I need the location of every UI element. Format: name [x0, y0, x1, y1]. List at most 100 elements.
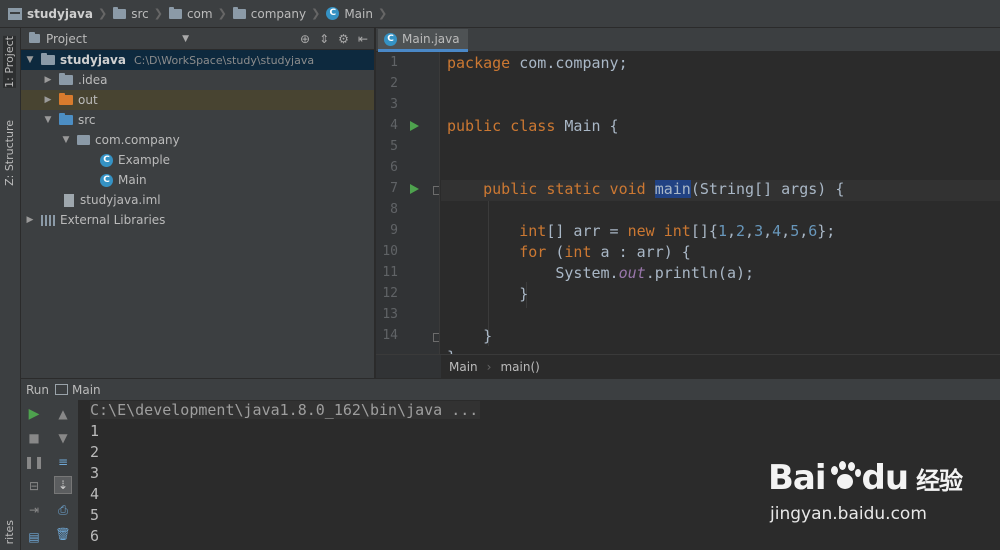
console-output-line: 5 [90, 506, 100, 524]
line-number: 2 [390, 76, 398, 91]
gear-icon[interactable]: ⚙ [338, 32, 349, 46]
tree-item-out[interactable]: ▶ out [21, 90, 374, 110]
nav-crumb-src[interactable]: src ❯ [113, 6, 169, 21]
collapse-arrow-icon[interactable]: ▶ [42, 75, 54, 85]
tree-item-idea[interactable]: ▶ .idea [21, 70, 374, 90]
nav-crumb-project[interactable]: studyjava ❯ [8, 7, 113, 21]
run-panel-title: Run [26, 382, 50, 397]
scroll-to-end-icon[interactable]: ⇣ [54, 476, 72, 494]
line-number: 4 [390, 118, 398, 133]
line-number: 10 [382, 244, 398, 259]
collapse-arrow-icon[interactable]: ▶ [42, 95, 54, 105]
arrow-down-icon[interactable]: ▼ [54, 429, 72, 447]
nav-crumb-main[interactable]: C Main ❯ [326, 7, 393, 21]
iml-file-icon [64, 193, 74, 207]
folder-icon [232, 6, 246, 19]
nav-crumb-company[interactable]: company ❯ [232, 6, 327, 21]
pause-icon[interactable]: ❚❚ [24, 453, 44, 471]
line-number: 11 [382, 265, 398, 280]
folder-icon [59, 73, 73, 85]
project-panel: Project ▼ ⊕ ⇕ ⚙ ⇤ ▼ studyjava C:\D\WorkS… [21, 28, 375, 378]
code-line-current: public static void main(String[] args) { [441, 180, 1000, 201]
code-line: System.out.println(a); [447, 264, 755, 282]
tab-project[interactable]: 1: Project [3, 36, 16, 88]
watermark-logo: Bai du 经验 [768, 458, 963, 498]
line-number: 8 [390, 202, 398, 217]
project-panel-header: Project ▼ ⊕ ⇕ ⚙ ⇤ [21, 28, 374, 50]
gutter-footer [376, 354, 441, 378]
expand-arrow-icon[interactable]: ▼ [24, 55, 36, 65]
soft-wrap-icon[interactable]: ≡ [54, 453, 72, 471]
editor-gutter: 1 2 3 4 5 6 7 8 9 10 11 12 13 14 [376, 52, 440, 354]
rerun-icon[interactable]: ▶ [25, 405, 43, 423]
project-view-selector[interactable]: Project [46, 32, 87, 46]
line-number: 3 [390, 97, 398, 112]
console-command-line: C:\E\development\java1.8.0_162\bin\java … [90, 401, 481, 419]
editor-tab-bar: C Main.java [376, 28, 1000, 52]
folder-icon [168, 6, 182, 19]
run-method-icon[interactable] [410, 184, 419, 194]
settings-icon[interactable]: ▤ [25, 528, 43, 546]
tool-window-strip: 1: Project Z: Structure rites [0, 28, 21, 550]
trash-icon[interactable]: 🗑 [54, 525, 72, 543]
java-class-icon: C [100, 173, 113, 187]
java-class-icon: C [100, 153, 113, 167]
tab-main-java[interactable]: C Main.java [378, 29, 468, 52]
collapse-icon[interactable]: ⇕ [319, 32, 329, 46]
tree-item-iml[interactable]: studyjava.iml [21, 190, 374, 210]
console-output-line: 2 [90, 443, 100, 461]
line-number: 6 [390, 160, 398, 175]
console-output-line: 3 [90, 464, 100, 482]
console-output-line: 6 [90, 527, 100, 545]
print-icon[interactable]: ⎙ [54, 501, 72, 519]
code-line: package com.company; [447, 54, 628, 72]
breadcrumb-method[interactable]: main() [500, 360, 539, 374]
chevron-down-icon[interactable]: ▼ [182, 34, 189, 44]
hide-icon[interactable]: ⇤ [358, 32, 368, 46]
arrow-up-icon[interactable]: ▲ [54, 405, 72, 423]
tree-item-studyjava[interactable]: ▼ studyjava C:\D\WorkSpace\study\studyja… [21, 50, 374, 70]
breadcrumb-class[interactable]: Main [449, 360, 478, 374]
module-folder-icon [41, 53, 55, 65]
code-line: } [447, 285, 529, 303]
run-panel-header: Run Main [21, 378, 1000, 400]
tree-item-main[interactable]: C Main [21, 170, 374, 190]
watermark-url: jingyan.baidu.com [770, 504, 927, 524]
fold-icon[interactable] [433, 333, 439, 342]
dump-threads-icon[interactable]: ⊟ [25, 477, 43, 495]
tab-favorites[interactable]: rites [3, 520, 16, 544]
fold-icon[interactable] [433, 186, 439, 195]
tab-structure[interactable]: Z: Structure [3, 120, 16, 186]
run-config-tab[interactable]: Main [72, 383, 101, 397]
baidu-paw-icon [827, 461, 861, 495]
locate-icon[interactable]: ⊕ [300, 32, 310, 46]
code-editor[interactable]: package com.company; public class Main {… [441, 52, 1000, 354]
collapse-arrow-icon[interactable]: ▶ [24, 215, 36, 225]
code-line: int[] arr = new int[]{1,2,3,4,5,6}; [519, 222, 836, 240]
tree-item-external-libraries[interactable]: ▶ External Libraries [21, 210, 374, 230]
line-number: 5 [390, 139, 398, 154]
package-icon [77, 135, 90, 145]
project-icon [8, 7, 22, 20]
expand-arrow-icon[interactable]: ▼ [42, 115, 54, 125]
line-number: 12 [382, 286, 398, 301]
line-number: 9 [390, 223, 398, 238]
tree-item-example[interactable]: C Example [21, 150, 374, 170]
stop-icon[interactable]: ■ [25, 429, 43, 447]
run-config-icon [55, 384, 69, 395]
exit-icon[interactable]: ⇥ [25, 501, 43, 519]
folder-icon [113, 6, 127, 19]
line-number: 1 [390, 55, 398, 70]
tree-item-src[interactable]: ▼ src [21, 110, 374, 130]
baidu-jingyan-watermark: Bai du 经验 jingyan.baidu.com [768, 440, 988, 530]
java-class-icon: C [326, 7, 340, 20]
console-output-line: 4 [90, 485, 100, 503]
run-toolbar: ▶ ▲ ■ ▼ ❚❚ ≡ ⊟ ⇣ ⇥ ⎙ ▤ 🗑 [21, 400, 79, 550]
expand-arrow-icon[interactable]: ▼ [60, 135, 72, 145]
run-class-icon[interactable] [410, 121, 419, 131]
nav-crumb-com[interactable]: com ❯ [168, 6, 233, 21]
library-icon [41, 214, 55, 226]
code-line: } [447, 327, 493, 345]
tree-item-com-company[interactable]: ▼ com.company [21, 130, 374, 150]
editor-breadcrumbs: Main › main() [441, 354, 1000, 378]
